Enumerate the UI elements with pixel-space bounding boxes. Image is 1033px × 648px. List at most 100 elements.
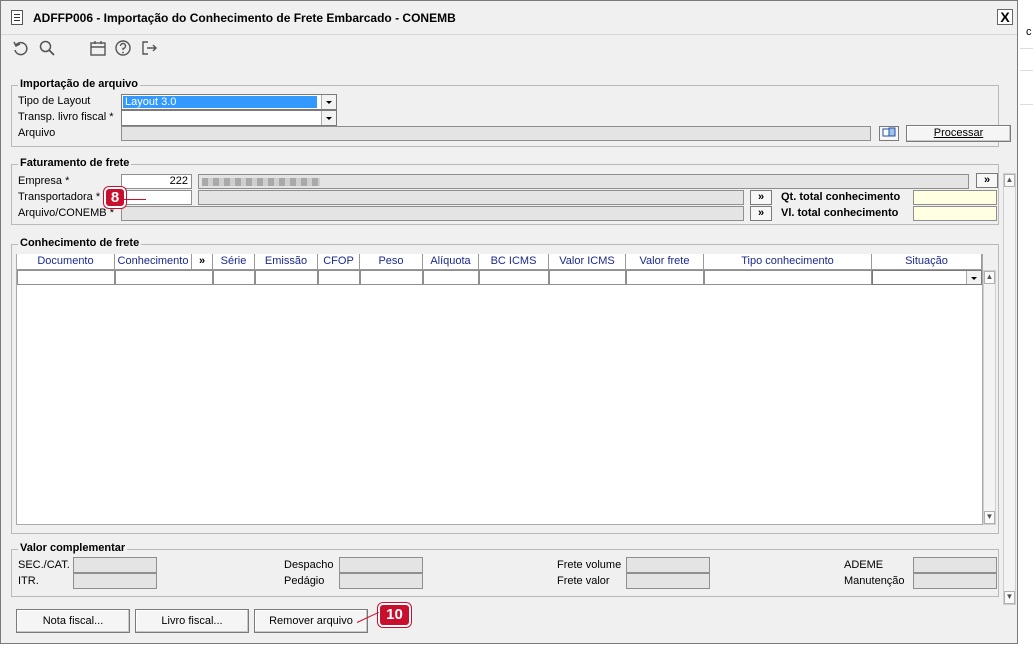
col-serie[interactable]: Série [213,254,255,270]
vl-total-label: Vl. total conhecimento [781,207,899,219]
col-aliquota[interactable]: Alíquota [423,254,479,270]
layout-label: Tipo de Layout [18,95,91,107]
file-label: Arquivo [18,127,56,139]
livro-fiscal-button[interactable]: Livro fiscal... [135,609,249,633]
sec-cat-label: SEC./CAT. [18,559,70,571]
cell-bc-icms[interactable] [479,270,549,285]
exit-icon[interactable] [140,39,158,57]
background-divider [1020,48,1033,49]
layout-value: Layout 3.0 [123,96,317,108]
help-icon[interactable] [114,39,132,57]
scroll-up-icon[interactable]: ▲ [1004,174,1015,187]
background-divider [1020,104,1033,105]
frete-volume-field [626,557,710,573]
sec-cat-field [73,557,157,573]
nota-fiscal-button[interactable]: Nota fiscal... [16,609,130,633]
cell-situacao-select[interactable] [872,270,982,285]
col-documento[interactable]: Documento [17,254,115,270]
freight-grid[interactable] [16,254,983,525]
complement-title: Valor complementar [18,542,128,554]
ademe-label: ADEME [844,559,884,571]
cell-valor-frete[interactable] [626,270,704,285]
scroll-up-icon[interactable]: ▲ [984,271,995,284]
qt-total-label: Qt. total conhecimento [781,191,901,203]
col-more[interactable]: » [192,254,213,270]
despacho-label: Despacho [284,559,334,571]
col-emissao[interactable]: Emissão [255,254,318,270]
company-name-redacted [202,178,320,186]
col-peso[interactable]: Peso [360,254,423,270]
cell-peso[interactable] [360,270,423,285]
window-title: ADFFP006 - Importação do Conhecimento de… [33,11,456,25]
annotation-badge-10: 10 [378,603,411,627]
chevron-down-icon[interactable] [321,95,336,109]
background-text: c [1026,26,1032,38]
chevron-down-icon[interactable] [966,271,981,284]
carrier-label: Transportadora * [18,191,101,203]
cell-serie[interactable] [213,270,255,285]
import-file-title: Importação de arquivo [18,78,140,90]
col-tipo-conhecimento[interactable]: Tipo conhecimento [704,254,872,270]
process-button[interactable]: Processar [906,125,1011,142]
col-conhecimento[interactable]: Conhecimento [115,254,192,270]
manutencao-field [913,573,997,589]
despacho-field [339,557,423,573]
pedagio-label: Pedágio [284,575,325,587]
calendar-icon[interactable] [89,39,107,57]
window-scrollbar[interactable]: ▲ ▼ [1003,173,1016,605]
cell-aliquota[interactable] [423,270,479,285]
col-valor-frete[interactable]: Valor frete [626,254,704,270]
nota-fiscal-label: Nota fiscal... [42,615,104,627]
cell-tipo-conhecimento[interactable] [704,270,872,285]
ademe-field [913,557,997,573]
annotation-line-8 [124,199,146,200]
remover-arquivo-label: Remover arquivo [269,615,353,627]
frete-volume-label: Frete volume [557,559,622,571]
chevron-down-icon[interactable] [321,111,336,125]
col-cfop[interactable]: CFOP [318,254,360,270]
background-divider [1020,70,1033,71]
carrier-more-button[interactable]: » [750,190,772,205]
cell-emissao[interactable] [255,270,318,285]
itr-field [73,573,157,589]
scroll-down-icon[interactable]: ▼ [984,511,995,524]
company-more-button[interactable]: » [976,173,998,188]
cell-conhecimento[interactable] [115,270,213,285]
conemb-more-button[interactable]: » [750,206,772,221]
layout-select[interactable]: Layout 3.0 [121,94,337,110]
process-button-label: Processar [933,127,984,139]
freight-grid-title: Conhecimento de frete [18,237,142,249]
close-button[interactable]: X [997,9,1013,25]
livro-fiscal-label: Livro fiscal... [161,615,223,627]
conemb-field[interactable] [121,206,744,221]
title-bar: ADFFP006 - Importação do Conhecimento de… [1,1,1017,35]
cell-valor-icms[interactable] [549,270,626,285]
col-bc-icms[interactable]: BC ICMS [479,254,549,270]
file-field[interactable] [121,126,871,141]
transp-select[interactable] [121,110,337,126]
carrier-field[interactable] [121,190,192,205]
company-field[interactable]: 222 [121,174,192,189]
company-label: Empresa * [18,175,70,187]
main-window: ADFFP006 - Importação do Conhecimento de… [0,0,1018,644]
scroll-down-icon[interactable]: ▼ [1004,591,1015,604]
remover-arquivo-button[interactable]: Remover arquivo [254,609,368,633]
pedagio-field [339,573,423,589]
transp-label: Transp. livro fiscal * [18,111,114,123]
vl-total-field [913,206,997,221]
browse-file-icon[interactable] [879,126,899,141]
background-app: c [1020,0,1033,648]
company-name-field [198,174,969,189]
itr-label: ITR. [18,575,39,587]
cell-documento[interactable] [17,270,115,285]
search-icon[interactable] [38,39,56,57]
undo-icon[interactable] [12,39,30,57]
cell-cfop[interactable] [318,270,360,285]
qt-total-field [913,190,997,205]
col-situacao[interactable]: Situação [872,254,982,270]
col-valor-icms[interactable]: Valor ICMS [549,254,626,270]
carrier-name-field [198,190,744,205]
grid-scrollbar[interactable]: ▲ ▼ [983,270,996,525]
manutencao-label: Manutenção [844,575,905,587]
frete-valor-label: Frete valor [557,575,610,587]
